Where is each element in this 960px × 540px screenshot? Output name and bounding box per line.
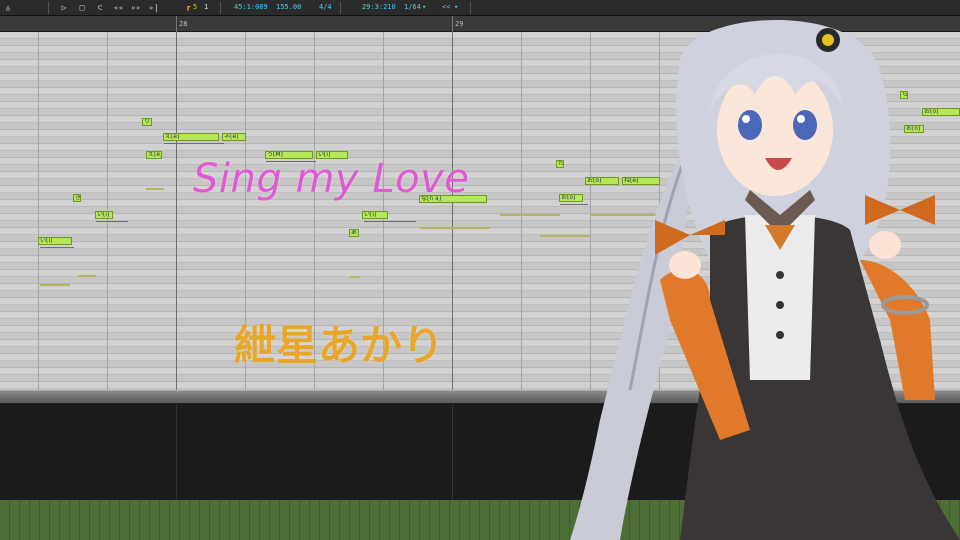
bar-line bbox=[176, 404, 177, 500]
toolbar-divider bbox=[340, 2, 341, 14]
stop-icon[interactable]: □ bbox=[76, 0, 88, 15]
measure-tick bbox=[452, 16, 453, 32]
singer-name: 紲星あかり bbox=[234, 321, 445, 370]
track-number[interactable]: 5 bbox=[193, 0, 197, 15]
toolbar-divider bbox=[220, 2, 221, 14]
note-block[interactable]: え[e] bbox=[146, 151, 162, 159]
pitch-curve bbox=[40, 247, 74, 248]
track-number-secondary[interactable]: 1 bbox=[204, 0, 208, 15]
pitch-curve bbox=[364, 221, 416, 222]
pitch-curve bbox=[420, 227, 490, 229]
beat-line bbox=[38, 32, 39, 390]
metronome-icon[interactable]: ◬ bbox=[2, 0, 14, 15]
chevron-down-icon[interactable]: ▾ bbox=[454, 0, 458, 15]
character-illustration bbox=[570, 20, 960, 540]
beat-readout[interactable]: 4/4 bbox=[319, 0, 332, 15]
pitch-curve bbox=[164, 143, 224, 144]
note-block[interactable]: あ bbox=[349, 229, 359, 237]
note-block[interactable]: ネ[e] bbox=[222, 133, 246, 141]
rewind-icon[interactable]: ◃◃ bbox=[112, 0, 124, 15]
bar-line bbox=[452, 32, 453, 390]
song-title: Sing my Love bbox=[193, 156, 470, 202]
loop-icon[interactable]: ⊂ bbox=[94, 0, 106, 15]
note-block[interactable]: り bbox=[142, 118, 152, 126]
pitch-curve bbox=[500, 214, 560, 216]
position-readout[interactable]: 45:1:089 bbox=[234, 0, 268, 15]
pitch-curve bbox=[40, 284, 70, 286]
pitch-curve bbox=[78, 275, 96, 277]
note-block[interactable]: い[i] bbox=[38, 237, 72, 245]
track-indicator-icon: ┏ bbox=[186, 3, 191, 11]
fast-forward-icon[interactable]: ▹▹ bbox=[130, 0, 142, 15]
cursor-position-readout[interactable]: 29:3:210 bbox=[362, 0, 396, 15]
bar-line bbox=[176, 32, 177, 390]
bar-line bbox=[452, 404, 453, 500]
note-block[interactable]: い[i] bbox=[362, 211, 388, 219]
toolbar-divider bbox=[48, 2, 49, 14]
note-block[interactable]: え[e] bbox=[163, 133, 219, 141]
snap-select[interactable]: << bbox=[442, 0, 450, 15]
tempo-readout[interactable]: 155.00 bbox=[276, 0, 301, 15]
measure-tick bbox=[176, 16, 177, 32]
note-block[interactable]: き bbox=[73, 194, 81, 202]
pitch-curve bbox=[96, 221, 128, 222]
chevron-down-icon[interactable]: ▾ bbox=[422, 0, 426, 15]
end-icon[interactable]: ▹| bbox=[148, 0, 160, 15]
note-block[interactable]: い[i] bbox=[95, 211, 113, 219]
measure-label: 29 bbox=[455, 20, 464, 28]
measure-label: 28 bbox=[179, 20, 188, 28]
beat-line bbox=[521, 32, 522, 390]
play-icon[interactable]: ▷ bbox=[58, 0, 70, 15]
quantize-select[interactable]: 1/64 bbox=[404, 0, 421, 15]
pitch-curve bbox=[146, 188, 164, 190]
pitch-curve bbox=[350, 276, 360, 278]
toolbar-divider bbox=[470, 2, 471, 14]
